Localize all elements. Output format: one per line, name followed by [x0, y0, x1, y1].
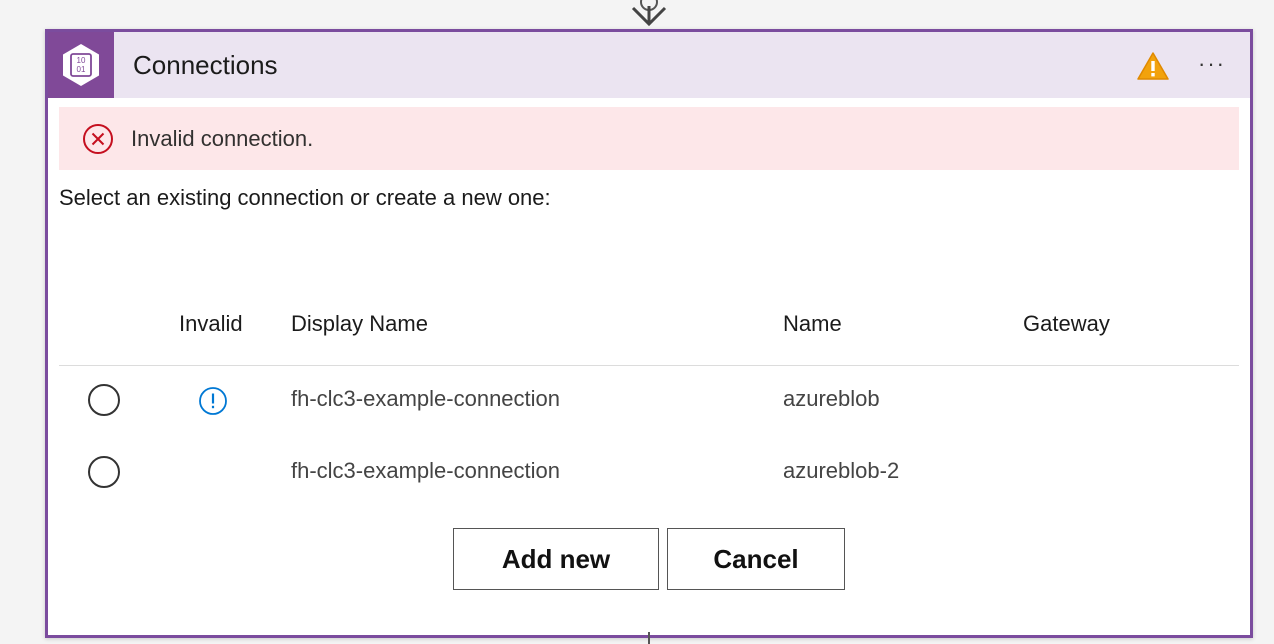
column-header-invalid: Invalid: [179, 311, 243, 336]
display-name-cell: fh-clc3-example-connection: [291, 386, 561, 411]
error-circle-icon: [83, 124, 113, 154]
row-radio[interactable]: [88, 384, 120, 416]
error-banner: Invalid connection.: [59, 107, 1239, 170]
error-message: Invalid connection.: [131, 126, 314, 151]
info-icon[interactable]: [198, 386, 228, 416]
table-row[interactable]: fh-clc3-example-connection azureblob: [59, 369, 1239, 429]
icon-glyph-bottom: 01: [77, 65, 86, 74]
add-new-button[interactable]: Add new: [453, 528, 659, 590]
name-cell: azureblob-2: [783, 458, 900, 483]
flow-arrow-icon: [631, 0, 667, 27]
blob-storage-icon: 10 01: [48, 32, 114, 98]
card-header[interactable]: 10 01 Connections ···: [48, 32, 1250, 98]
icon-glyph-top: 10: [77, 56, 86, 65]
more-options-icon[interactable]: ···: [1198, 52, 1234, 78]
column-header-display-name: Display Name: [291, 311, 428, 336]
column-header-gateway: Gateway: [1023, 311, 1110, 336]
designer-canvas: 10 01 Connections ··· Invalid connection…: [0, 0, 1274, 644]
table-divider: [59, 365, 1239, 366]
connection-prompt: Select an existing connection or create …: [59, 185, 551, 210]
column-header-name: Name: [783, 311, 842, 336]
card-title: Connections: [133, 50, 278, 80]
name-cell: azureblob: [783, 386, 880, 411]
cancel-button[interactable]: Cancel: [667, 528, 845, 590]
warning-icon[interactable]: [1136, 51, 1170, 81]
table-row[interactable]: fh-clc3-example-connection azureblob-2: [59, 441, 1239, 501]
display-name-cell: fh-clc3-example-connection: [291, 458, 561, 483]
flow-connector-line: [648, 632, 650, 644]
row-radio[interactable]: [88, 456, 120, 488]
connections-card: 10 01 Connections ··· Invalid connection…: [45, 29, 1253, 638]
